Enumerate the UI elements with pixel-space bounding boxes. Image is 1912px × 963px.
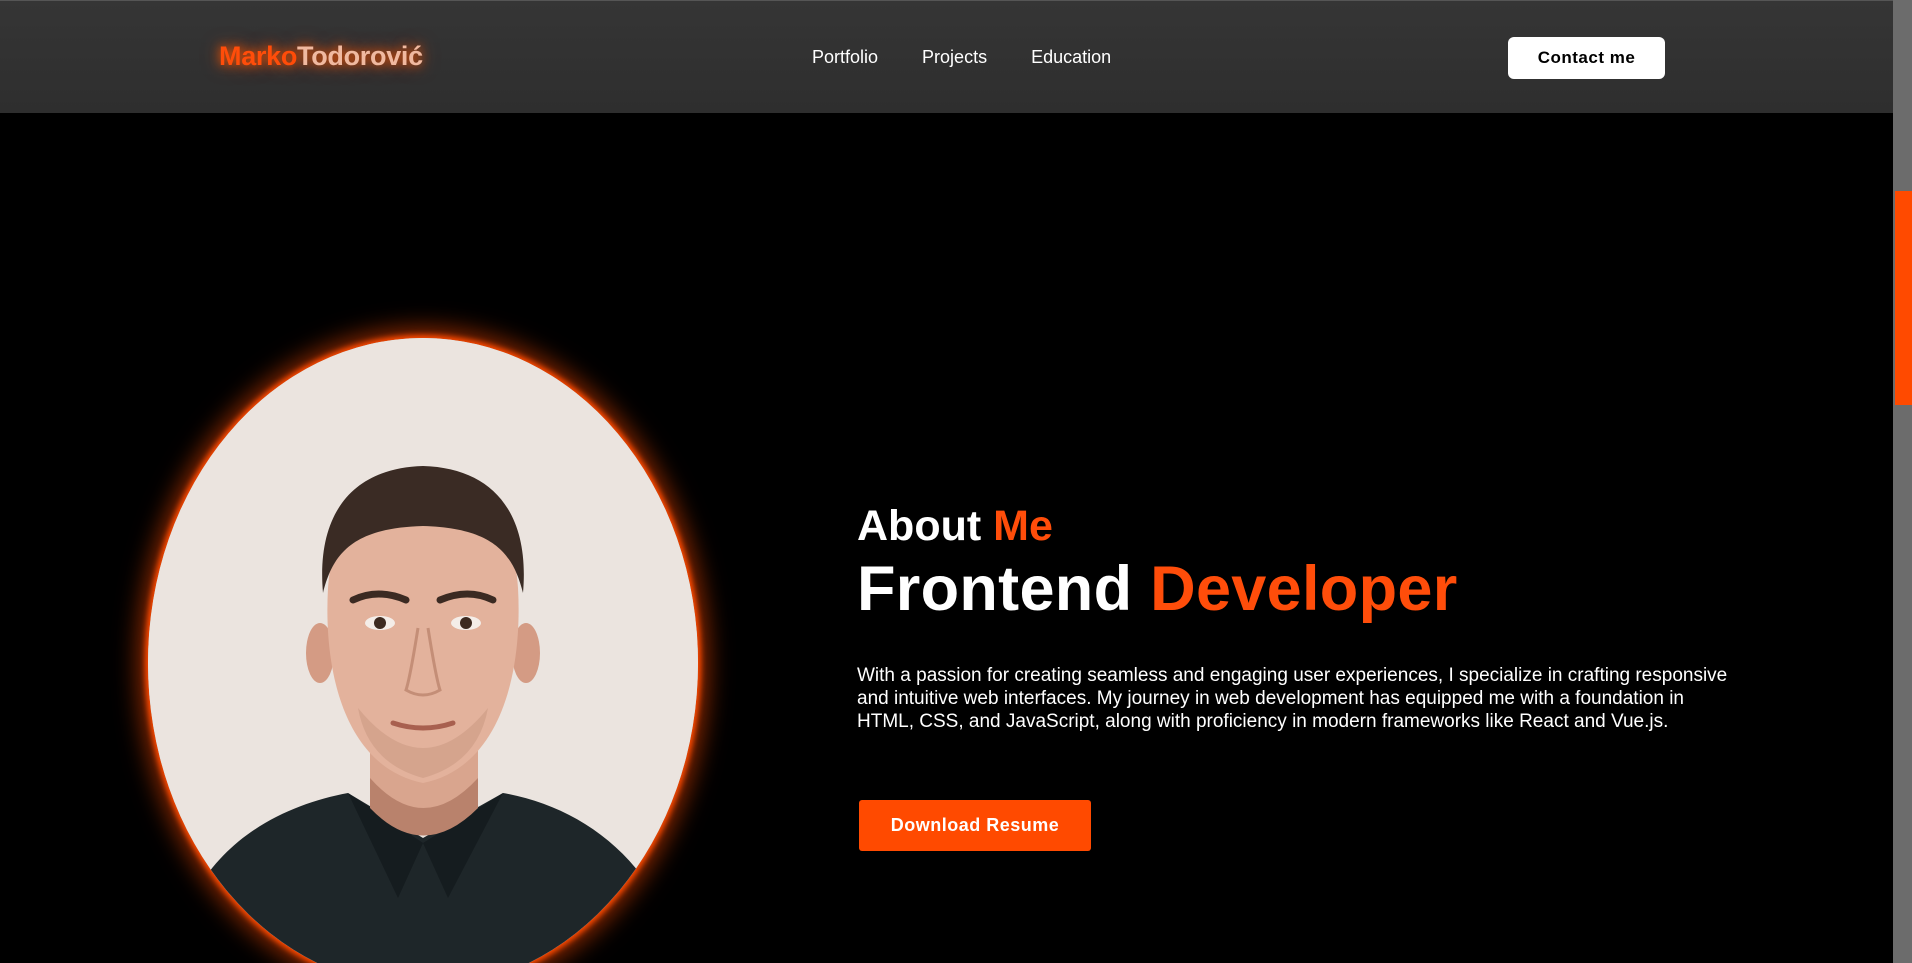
download-resume-button[interactable]: Download Resume [859, 800, 1091, 851]
top-navbar: MarkoTodorović Portfolio Projects Educat… [0, 0, 1893, 113]
nav-link-projects[interactable]: Projects [922, 47, 987, 68]
bio-paragraph: With a passion for creating seamless and… [857, 665, 1728, 732]
role-heading: Frontend Developer [857, 553, 1458, 625]
about-word: About [857, 502, 982, 550]
about-heading: About Me [857, 502, 1053, 551]
about-accent: Me [993, 502, 1053, 550]
nav-link-education[interactable]: Education [1031, 47, 1111, 68]
site-logo[interactable]: MarkoTodorović [219, 41, 423, 72]
scrollbar-thumb[interactable] [1895, 191, 1912, 405]
profile-photo-illustration [148, 338, 698, 963]
main-nav: Portfolio Projects Education [812, 47, 1111, 68]
logo-first-name: Marko [219, 41, 298, 71]
contact-me-button[interactable]: Contact me [1508, 37, 1665, 79]
logo-last-name: Todorović [297, 41, 423, 71]
profile-photo [148, 338, 698, 963]
nav-link-portfolio[interactable]: Portfolio [812, 47, 878, 68]
scrollbar-track[interactable] [1893, 0, 1912, 963]
role-word: Frontend [857, 554, 1133, 624]
role-accent: Developer [1150, 554, 1458, 624]
page: MarkoTodorović Portfolio Projects Educat… [0, 0, 1912, 963]
